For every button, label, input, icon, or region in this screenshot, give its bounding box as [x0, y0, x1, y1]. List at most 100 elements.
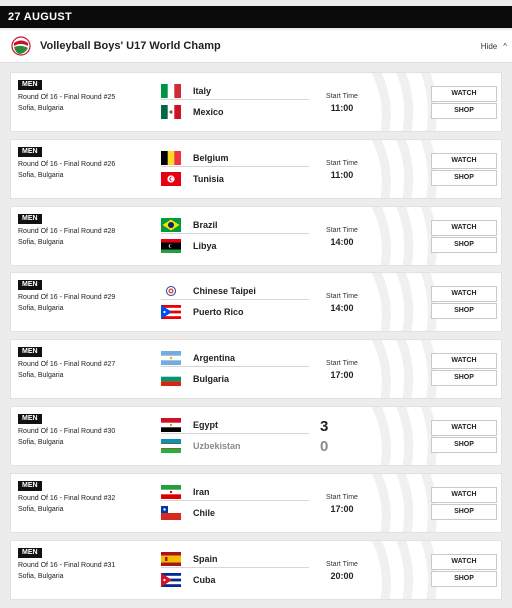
chevron-up-icon[interactable]: ^	[503, 42, 507, 51]
team-name: Chinese Taipei	[193, 285, 256, 296]
shop-button[interactable]: SHOP	[431, 437, 497, 453]
uzbekistan-flag-icon	[161, 439, 181, 453]
team-row: Iran	[161, 483, 309, 501]
chinese-taipei-flag-icon	[161, 283, 181, 298]
start-time-label: Start Time	[326, 93, 358, 100]
competition-header: Volleyball Boys' U17 World Champ Hide ^	[0, 30, 512, 63]
start-time: 11:00	[330, 103, 354, 113]
category-badge: MEN	[18, 280, 42, 290]
category-badge: MEN	[18, 414, 42, 424]
venue-label: Sofia, Bulgaria	[18, 305, 64, 312]
puerto-rico-flag-icon	[161, 305, 181, 319]
shop-button[interactable]: SHOP	[431, 237, 497, 253]
round-label: Round Of 16 - Final Round #25	[18, 94, 116, 101]
start-time-label: Start Time	[326, 227, 358, 234]
start-time-label: Start Time	[326, 293, 358, 300]
start-time-label: Start Time	[326, 561, 358, 568]
match-card[interactable]: MEN Round Of 16 - Final Round #27 Sofia,…	[10, 339, 502, 399]
venue-label: Sofia, Bulgaria	[18, 172, 64, 179]
category-badge: MEN	[18, 147, 42, 157]
spain-flag-icon	[161, 551, 181, 566]
team-name: Spain	[193, 553, 218, 564]
round-label: Round Of 16 - Final Round #31	[18, 562, 116, 569]
volleyball-watermark-icon	[371, 474, 437, 532]
start-time-label: Start Time	[326, 360, 358, 367]
venue-label: Sofia, Bulgaria	[18, 506, 64, 513]
chile-flag-icon	[161, 506, 181, 520]
volleyball-watermark-icon	[371, 273, 437, 331]
match-card[interactable]: MEN Round Of 16 - Final Round #31 Sofia,…	[10, 540, 502, 600]
category-badge: MEN	[18, 80, 42, 90]
shop-button[interactable]: SHOP	[431, 504, 497, 520]
cuba-flag-icon	[161, 573, 181, 587]
team-row: Libya	[161, 237, 309, 255]
team-name: Brazil	[193, 219, 218, 230]
watch-button[interactable]: WATCH	[431, 554, 497, 570]
match-card[interactable]: MEN Round Of 16 - Final Round #26 Sofia,…	[10, 139, 502, 199]
team-name: Cuba	[193, 575, 216, 585]
team-name: Mexico	[193, 107, 224, 117]
venue-label: Sofia, Bulgaria	[18, 239, 64, 246]
watch-button[interactable]: WATCH	[431, 86, 497, 102]
shop-button[interactable]: SHOP	[431, 370, 497, 386]
team-name: Chile	[193, 508, 216, 518]
team-name: Italy	[193, 85, 212, 96]
watch-button[interactable]: WATCH	[431, 420, 497, 436]
volleyball-watermark-icon	[371, 407, 437, 465]
start-time: 14:00	[330, 237, 354, 247]
watch-button[interactable]: WATCH	[431, 353, 497, 369]
round-label: Round Of 16 - Final Round #27	[18, 361, 116, 368]
category-badge: MEN	[18, 214, 42, 224]
date-header: 27 AUGUST	[0, 6, 512, 28]
match-card[interactable]: MEN Round Of 16 - Final Round #30 Sofia,…	[10, 406, 502, 466]
venue-label: Sofia, Bulgaria	[18, 105, 64, 112]
hide-button[interactable]: Hide	[481, 42, 497, 51]
match-card[interactable]: MEN Round Of 16 - Final Round #29 Sofia,…	[10, 272, 502, 332]
team-row: Puerto Rico	[161, 303, 309, 321]
team-name: Argentina	[193, 352, 236, 363]
team-row: Chinese Taipei	[161, 282, 309, 300]
team-name: Libya	[193, 241, 217, 251]
round-label: Round Of 16 - Final Round #28	[18, 228, 116, 235]
start-time-label: Start Time	[326, 494, 358, 501]
match-card[interactable]: MEN Round Of 16 - Final Round #32 Sofia,…	[10, 473, 502, 533]
watch-button[interactable]: WATCH	[431, 220, 497, 236]
team-row: Belgium	[161, 149, 309, 167]
start-time: 14:00	[330, 303, 354, 313]
volleyball-watermark-icon	[371, 541, 437, 599]
round-label: Round Of 16 - Final Round #30	[18, 428, 116, 435]
match-card[interactable]: MEN Round Of 16 - Final Round #25 Sofia,…	[10, 72, 502, 132]
watch-button[interactable]: WATCH	[431, 487, 497, 503]
team-row: Argentina	[161, 349, 309, 367]
watch-button[interactable]: WATCH	[431, 153, 497, 169]
team-row: Bulgaria	[161, 370, 309, 388]
category-badge: MEN	[18, 347, 42, 357]
venue-label: Sofia, Bulgaria	[18, 439, 64, 446]
round-label: Round Of 16 - Final Round #29	[18, 294, 116, 301]
team-name: Iran	[193, 486, 210, 497]
volleyball-watermark-icon	[371, 140, 437, 198]
start-time: 11:00	[330, 170, 354, 180]
team-row: Uzbekistan	[161, 437, 309, 455]
category-badge: MEN	[18, 481, 42, 491]
shop-button[interactable]: SHOP	[431, 303, 497, 319]
iran-flag-icon	[161, 484, 181, 499]
watch-button[interactable]: WATCH	[431, 286, 497, 302]
match-card[interactable]: MEN Round Of 16 - Final Round #28 Sofia,…	[10, 206, 502, 266]
shop-button[interactable]: SHOP	[431, 170, 497, 186]
egypt-flag-icon	[161, 417, 181, 432]
venue-label: Sofia, Bulgaria	[18, 573, 64, 580]
team-row: Egypt	[161, 416, 309, 434]
italy-flag-icon	[161, 83, 181, 98]
team-row: Cuba	[161, 571, 309, 589]
shop-button[interactable]: SHOP	[431, 103, 497, 119]
team-row: Mexico	[161, 103, 309, 121]
start-time: 17:00	[330, 504, 354, 514]
team-row: Tunisia	[161, 170, 309, 188]
team-name: Egypt	[193, 419, 219, 430]
team2-score: 0	[320, 438, 329, 455]
shop-button[interactable]: SHOP	[431, 571, 497, 587]
start-time: 20:00	[330, 571, 354, 581]
argentina-flag-icon	[161, 350, 181, 365]
round-label: Round Of 16 - Final Round #26	[18, 161, 116, 168]
